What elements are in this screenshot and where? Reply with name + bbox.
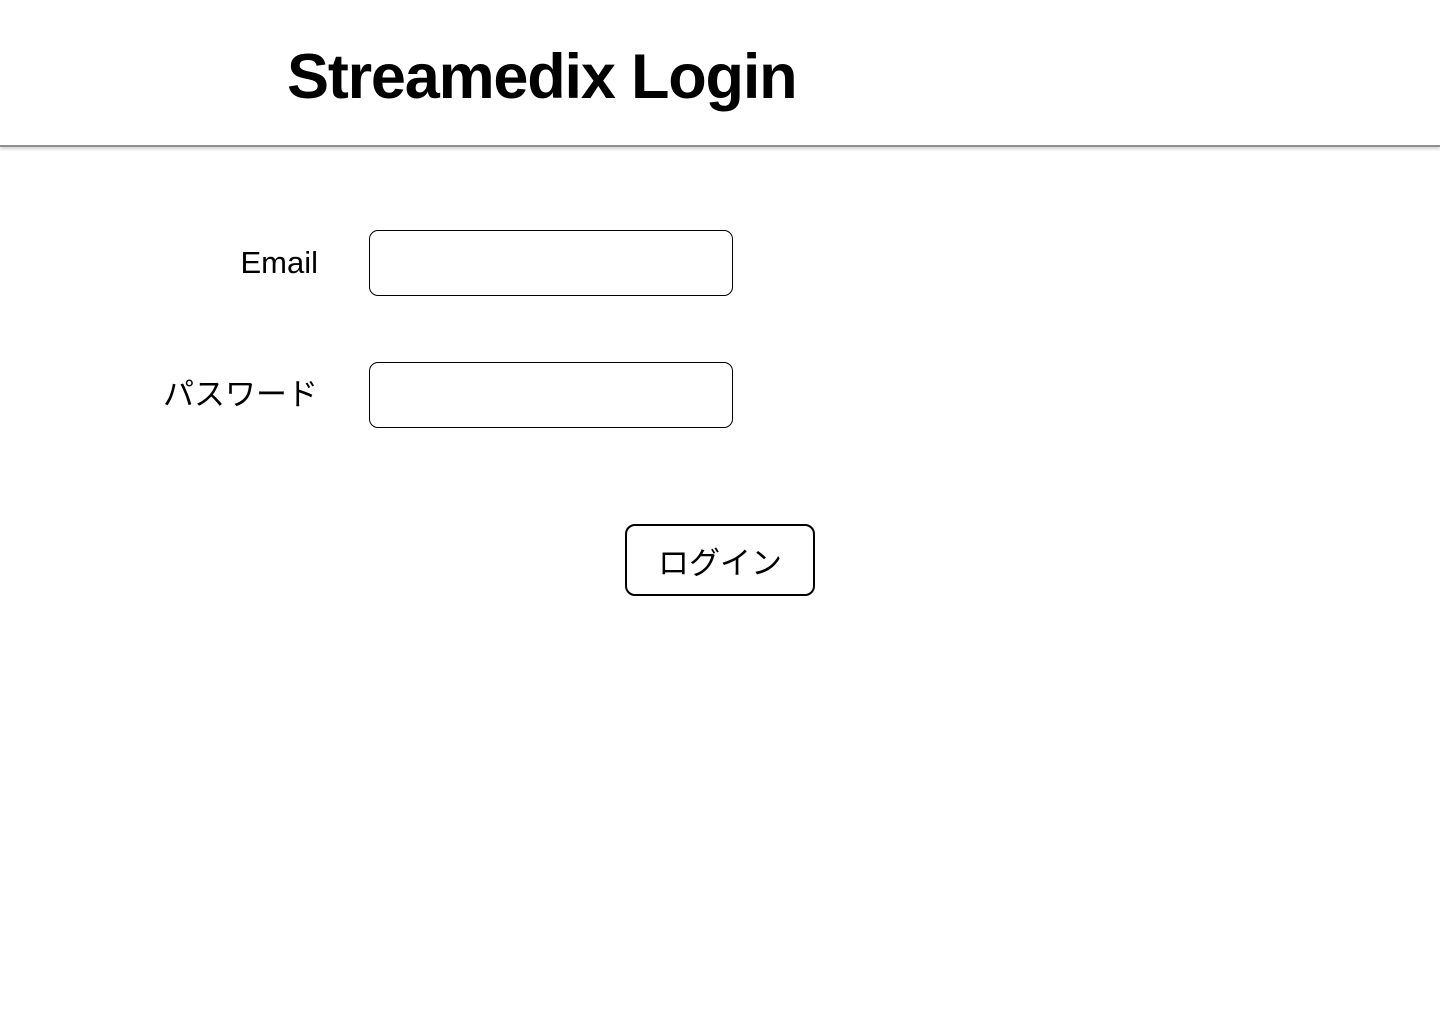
page-header: Streamedix Login [0, 0, 1440, 147]
page-title: Streamedix Login [287, 42, 798, 112]
password-label: パスワード [163, 377, 318, 412]
email-label: Email [240, 245, 318, 280]
login-button[interactable]: ログイン [625, 524, 815, 596]
email-field[interactable] [369, 230, 733, 296]
password-field[interactable] [369, 362, 733, 428]
